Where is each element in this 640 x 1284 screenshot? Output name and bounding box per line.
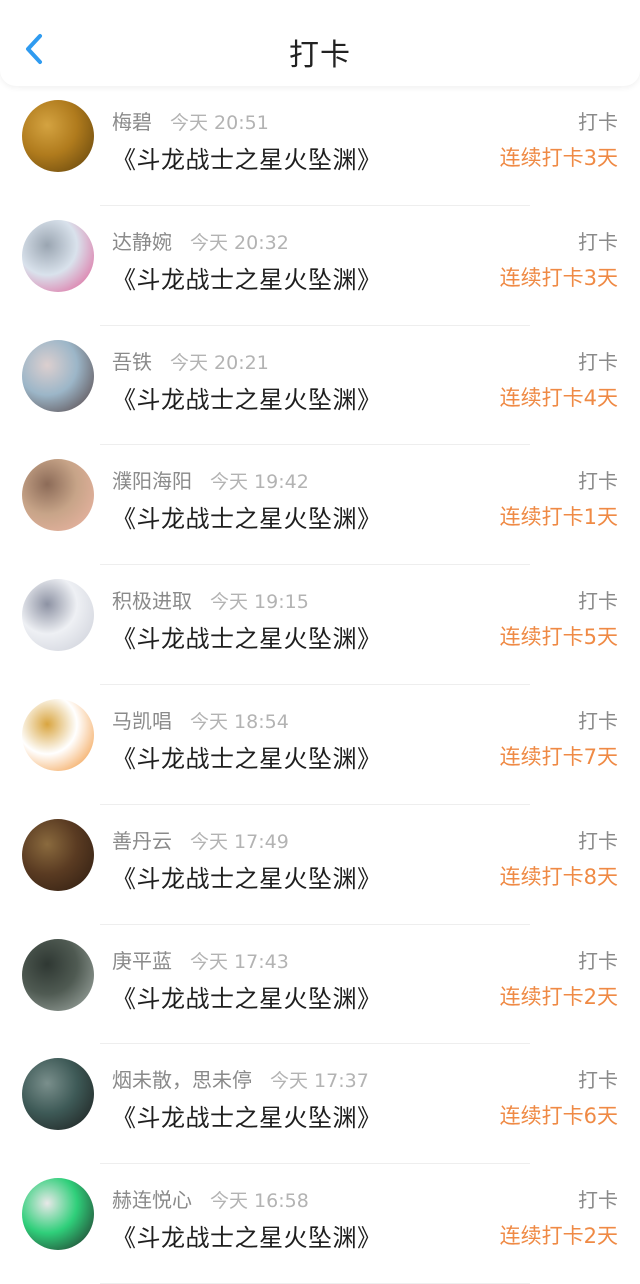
avatar[interactable] bbox=[22, 698, 94, 771]
user-name[interactable]: 吾铁 bbox=[112, 350, 152, 374]
list-item[interactable]: 烟未散，思未停 今天 17:37 《斗龙战士之星火坠渊》 打卡 连续打卡6天 bbox=[0, 1044, 640, 1164]
checkin-time: 今天 18:54 bbox=[190, 710, 289, 733]
avatar[interactable] bbox=[22, 459, 94, 532]
user-name-line: 马凯唱 今天 18:54 bbox=[112, 705, 289, 734]
user-name-line: 濮阳海阳 今天 19:42 bbox=[112, 465, 309, 494]
book-title[interactable]: 《斗龙战士之星火坠渊》 bbox=[112, 260, 382, 295]
list-item[interactable]: 濮阳海阳 今天 19:42 《斗龙战士之星火坠渊》 打卡 连续打卡1天 bbox=[0, 445, 640, 565]
checkin-time: 今天 17:37 bbox=[270, 1070, 369, 1093]
streak-badge: 连续打卡1天 bbox=[499, 505, 618, 530]
checkin-label: 打卡 bbox=[578, 349, 618, 374]
top-nav-bar: 打卡 bbox=[0, 0, 640, 86]
checkin-time: 今天 19:42 bbox=[210, 471, 309, 494]
list-item[interactable]: 马凯唱 今天 18:54 《斗龙战士之星火坠渊》 打卡 连续打卡7天 bbox=[0, 685, 640, 805]
checkin-label: 打卡 bbox=[578, 1068, 618, 1093]
checkin-time: 今天 20:32 bbox=[190, 231, 289, 254]
user-name[interactable]: 赫连悦心 bbox=[112, 1188, 192, 1212]
checkin-time: 今天 17:49 bbox=[190, 830, 289, 853]
checkin-label: 打卡 bbox=[578, 828, 618, 853]
book-title[interactable]: 《斗龙战士之星火坠渊》 bbox=[112, 619, 382, 654]
checkin-label: 打卡 bbox=[578, 589, 618, 614]
checkin-label: 打卡 bbox=[578, 1188, 618, 1213]
avatar[interactable] bbox=[22, 579, 94, 652]
checkin-time: 今天 16:58 bbox=[210, 1190, 309, 1213]
book-title[interactable]: 《斗龙战士之星火坠渊》 bbox=[112, 979, 382, 1014]
user-name[interactable]: 梅碧 bbox=[112, 110, 152, 134]
user-name-line: 吾铁 今天 20:21 bbox=[112, 346, 269, 375]
list-item[interactable]: 梅碧 今天 20:51 《斗龙战士之星火坠渊》 打卡 连续打卡3天 bbox=[0, 86, 640, 206]
list-item[interactable]: 赫连悦心 今天 16:58 《斗龙战士之星火坠渊》 打卡 连续打卡2天 bbox=[0, 1164, 640, 1284]
user-name[interactable]: 达静婉 bbox=[112, 230, 172, 254]
user-name-line: 庚平蓝 今天 17:43 bbox=[112, 945, 289, 974]
page-title: 打卡 bbox=[289, 38, 351, 73]
user-name-line: 善丹云 今天 17:49 bbox=[112, 825, 289, 854]
streak-badge: 连续打卡2天 bbox=[499, 1224, 618, 1249]
user-name[interactable]: 马凯唱 bbox=[112, 709, 172, 733]
list-item[interactable]: 积极进取 今天 19:15 《斗龙战士之星火坠渊》 打卡 连续打卡5天 bbox=[0, 565, 640, 685]
book-title[interactable]: 《斗龙战士之星火坠渊》 bbox=[112, 1218, 382, 1253]
streak-badge: 连续打卡7天 bbox=[499, 744, 618, 769]
list-item[interactable]: 善丹云 今天 17:49 《斗龙战士之星火坠渊》 打卡 连续打卡8天 bbox=[0, 805, 640, 925]
user-name-line: 烟未散，思未停 今天 17:37 bbox=[112, 1064, 369, 1093]
user-name[interactable]: 善丹云 bbox=[112, 829, 172, 853]
user-name-line: 积极进取 今天 19:15 bbox=[112, 585, 309, 614]
user-name[interactable]: 积极进取 bbox=[112, 589, 192, 613]
user-name-line: 梅碧 今天 20:51 bbox=[112, 106, 269, 135]
book-title[interactable]: 《斗龙战士之星火坠渊》 bbox=[112, 859, 382, 894]
streak-badge: 连续打卡8天 bbox=[499, 864, 618, 889]
avatar[interactable] bbox=[22, 1058, 94, 1131]
book-title[interactable]: 《斗龙战士之星火坠渊》 bbox=[112, 1098, 382, 1133]
avatar[interactable] bbox=[22, 100, 94, 172]
avatar[interactable] bbox=[22, 938, 94, 1011]
book-title[interactable]: 《斗龙战士之星火坠渊》 bbox=[112, 380, 382, 415]
avatar[interactable] bbox=[22, 818, 94, 891]
checkin-time: 今天 17:43 bbox=[190, 950, 289, 973]
book-title[interactable]: 《斗龙战士之星火坠渊》 bbox=[112, 499, 382, 534]
checkin-label: 打卡 bbox=[578, 948, 618, 973]
checkin-list: 梅碧 今天 20:51 《斗龙战士之星火坠渊》 打卡 连续打卡3天 达静婉 今天 2… bbox=[0, 86, 640, 1284]
user-name-line: 达静婉 今天 20:32 bbox=[112, 226, 289, 255]
avatar[interactable] bbox=[22, 1178, 94, 1251]
list-item[interactable]: 达静婉 今天 20:32 《斗龙战士之星火坠渊》 打卡 连续打卡3天 bbox=[0, 206, 640, 326]
streak-badge: 连续打卡3天 bbox=[499, 146, 618, 170]
list-item[interactable]: 吾铁 今天 20:21 《斗龙战士之星火坠渊》 打卡 连续打卡4天 bbox=[0, 326, 640, 446]
streak-badge: 连续打卡6天 bbox=[499, 1104, 618, 1129]
user-name[interactable]: 烟未散，思未停 bbox=[112, 1068, 252, 1092]
checkin-time: 今天 19:15 bbox=[210, 591, 309, 614]
user-name-line: 赫连悦心 今天 16:58 bbox=[112, 1184, 309, 1213]
book-title[interactable]: 《斗龙战士之星火坠渊》 bbox=[112, 140, 382, 175]
avatar[interactable] bbox=[22, 219, 94, 292]
checkin-label: 打卡 bbox=[578, 110, 618, 134]
checkin-label: 打卡 bbox=[578, 708, 618, 733]
avatar[interactable] bbox=[22, 339, 94, 412]
streak-badge: 连续打卡2天 bbox=[499, 984, 618, 1009]
book-title[interactable]: 《斗龙战士之星火坠渊》 bbox=[112, 739, 382, 774]
checkin-label: 打卡 bbox=[578, 469, 618, 494]
user-name[interactable]: 庚平蓝 bbox=[112, 949, 172, 973]
checkin-label: 打卡 bbox=[578, 229, 618, 254]
checkin-time: 今天 20:21 bbox=[170, 351, 269, 374]
checkin-time: 今天 20:51 bbox=[170, 112, 269, 134]
streak-badge: 连续打卡3天 bbox=[499, 265, 618, 290]
list-item[interactable]: 庚平蓝 今天 17:43 《斗龙战士之星火坠渊》 打卡 连续打卡2天 bbox=[0, 925, 640, 1045]
streak-badge: 连续打卡5天 bbox=[499, 625, 618, 650]
user-name[interactable]: 濮阳海阳 bbox=[112, 469, 192, 493]
streak-badge: 连续打卡4天 bbox=[499, 385, 618, 410]
